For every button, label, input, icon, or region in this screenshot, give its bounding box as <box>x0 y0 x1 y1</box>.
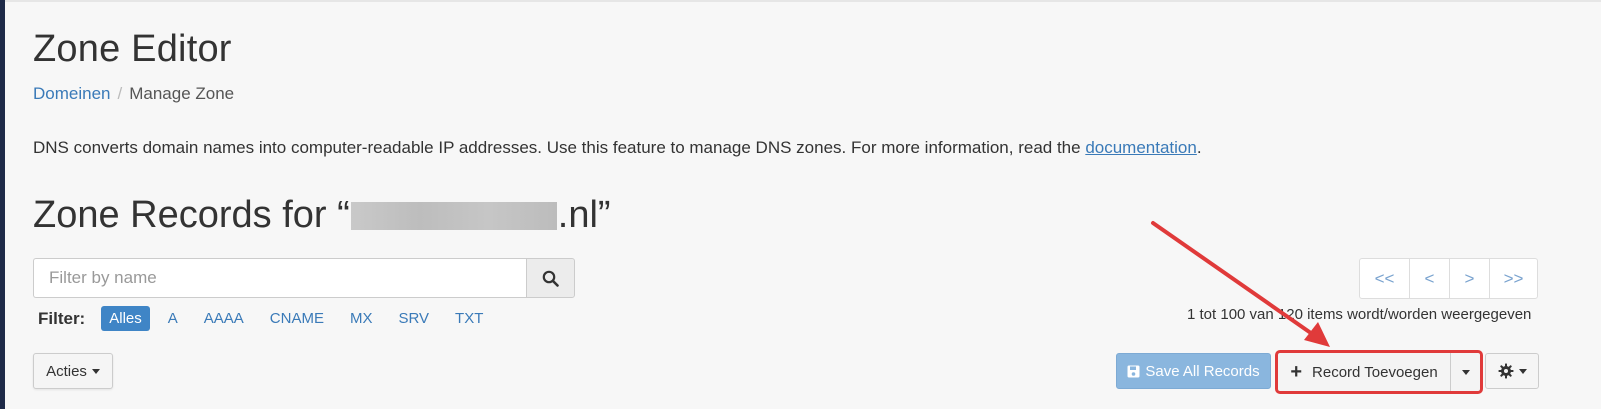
save-all-records-label: Save All Records <box>1145 362 1260 380</box>
redacted-domain <box>350 202 557 230</box>
filter-label: Filter: <box>38 308 86 328</box>
page-title: Zone Editor <box>33 28 232 70</box>
filter-txt[interactable]: TXT <box>447 306 491 331</box>
zone-records-title: Zone Records for “ .nl” <box>33 194 611 237</box>
floppy-disk-icon <box>1127 365 1140 377</box>
search-group <box>33 258 575 298</box>
search-icon <box>542 270 559 287</box>
left-rail <box>0 0 5 409</box>
pager-last-button[interactable]: >> <box>1489 259 1537 298</box>
items-count: 1 tot 100 van 120 items wordt/worden wee… <box>1187 306 1532 323</box>
settings-dropdown-button[interactable] <box>1485 353 1539 389</box>
filter-srv[interactable]: SRV <box>390 306 437 331</box>
search-button[interactable] <box>526 258 575 298</box>
gear-icon <box>1498 363 1513 379</box>
add-record-dropdown-toggle[interactable] <box>1451 352 1481 392</box>
search-input[interactable] <box>33 258 526 298</box>
pager-next-button[interactable]: > <box>1449 259 1489 298</box>
add-record-button[interactable]: + Record Toevoegen <box>1277 352 1451 392</box>
breadcrumb-link-domains[interactable]: Domeinen <box>33 84 111 103</box>
plus-icon: + <box>1290 361 1303 383</box>
records-title-suffix: .nl” <box>557 194 611 236</box>
actions-dropdown-button[interactable]: Acties <box>33 353 113 389</box>
filter-cname[interactable]: CNAME <box>262 306 332 331</box>
records-title-prefix: Zone Records for “ <box>33 194 350 236</box>
pager-prev-button[interactable]: < <box>1409 259 1449 298</box>
chevron-down-icon <box>91 368 100 374</box>
intro-paragraph: DNS converts domain names into computer-… <box>33 138 1202 158</box>
pagination: << < > >> <box>1359 258 1538 299</box>
filter-a[interactable]: A <box>160 306 186 331</box>
filter-mx[interactable]: MX <box>342 306 381 331</box>
breadcrumb-separator: / <box>117 84 123 103</box>
top-divider <box>5 0 1601 2</box>
filter-all[interactable]: Alles <box>101 306 150 331</box>
breadcrumb: Domeinen / Manage Zone <box>33 84 234 104</box>
intro-suffix: . <box>1196 138 1202 157</box>
actions-label: Acties <box>46 362 87 380</box>
filter-row: Filter: Alles A AAAA CNAME MX SRV TXT <box>38 306 501 331</box>
add-record-group: + Record Toevoegen <box>1275 350 1483 394</box>
breadcrumb-current: Manage Zone <box>129 84 235 103</box>
intro-text: DNS converts domain names into computer-… <box>33 138 1086 157</box>
filter-aaaa[interactable]: AAAA <box>196 306 252 331</box>
save-all-records-button[interactable]: Save All Records <box>1116 353 1271 389</box>
chevron-down-icon <box>1518 368 1527 374</box>
documentation-link[interactable]: documentation <box>1085 138 1197 157</box>
chevron-down-icon <box>1461 369 1470 375</box>
pager-first-button[interactable]: << <box>1360 259 1409 298</box>
add-record-label: Record Toevoegen <box>1312 363 1438 381</box>
